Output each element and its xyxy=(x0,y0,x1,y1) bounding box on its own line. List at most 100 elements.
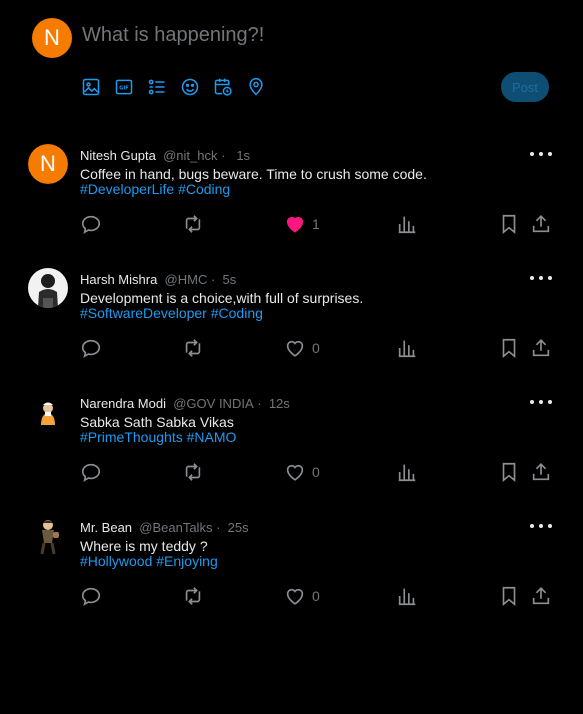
reply-button[interactable] xyxy=(80,584,102,608)
bookmark-button[interactable] xyxy=(498,460,520,484)
bookmark-button[interactable] xyxy=(498,336,520,360)
tweet: Mr. Bean @BeanTalks · 25s Where is my te… xyxy=(0,502,583,626)
avatar-letter: N xyxy=(28,144,68,184)
timestamp[interactable]: 5s xyxy=(223,272,237,287)
tweet-header: Harsh Mishra @HMC · 5s xyxy=(80,272,236,287)
tweet-text: Coffee in hand, bugs beware. Time to cru… xyxy=(80,166,427,182)
emoji-icon[interactable] xyxy=(179,76,201,98)
analytics-icon xyxy=(398,340,416,358)
hashtags: #DeveloperLife #Coding xyxy=(80,181,230,197)
hashtag-link[interactable]: #NAMO xyxy=(187,429,237,445)
timestamp[interactable]: 12s xyxy=(269,396,290,411)
tweet: N Nitesh Gupta @nit_hck · 1s Coffee in h… xyxy=(0,130,583,254)
hashtag-link[interactable]: #Enjoying xyxy=(156,553,218,569)
avatar[interactable] xyxy=(28,392,68,432)
tweet-actions: 1 xyxy=(0,212,583,238)
heart-icon xyxy=(286,464,304,481)
reply-icon xyxy=(81,587,101,606)
reply-button[interactable] xyxy=(80,336,102,360)
reply-button[interactable] xyxy=(80,212,102,236)
tweet: Narendra Modi @GOV INDIA · 12s Sabka Sat… xyxy=(0,378,583,502)
more-options-icon[interactable] xyxy=(530,518,552,534)
separator-dot: · xyxy=(210,272,216,287)
share-icon xyxy=(532,339,550,357)
bookmark-button[interactable] xyxy=(498,212,520,236)
hashtags: #PrimeThoughts #NAMO xyxy=(80,429,236,445)
author-handle[interactable]: @GOV INDIA xyxy=(173,396,253,411)
views-button[interactable] xyxy=(396,584,418,608)
gif-icon[interactable]: GIF xyxy=(113,76,135,98)
views-button[interactable] xyxy=(396,336,418,360)
retweet-icon xyxy=(185,463,201,481)
separator-dot: · xyxy=(257,396,262,411)
timestamp[interactable]: 1s xyxy=(236,148,250,163)
heart-icon xyxy=(286,588,304,605)
avatar-photo xyxy=(28,516,68,556)
like-button[interactable]: 1 xyxy=(284,212,320,236)
avatar[interactable] xyxy=(28,516,68,556)
tweet: Harsh Mishra @HMC · 5s Development is a … xyxy=(0,254,583,378)
retweet-button[interactable] xyxy=(182,460,204,484)
image-icon[interactable] xyxy=(80,76,102,98)
author-handle[interactable]: @BeanTalks xyxy=(139,520,212,535)
hashtag-link[interactable]: #Coding xyxy=(211,305,263,321)
hashtag-link[interactable]: #Coding xyxy=(178,181,230,197)
hashtag-link[interactable]: #SoftwareDeveloper xyxy=(80,305,207,321)
tweet-text: Where is my teddy ? xyxy=(80,538,208,554)
analytics-icon xyxy=(398,588,416,606)
views-button[interactable] xyxy=(396,212,418,236)
share-button[interactable] xyxy=(530,584,552,608)
like-button[interactable]: 0 xyxy=(284,584,320,608)
author-handle[interactable]: @HMC xyxy=(165,272,208,287)
retweet-button[interactable] xyxy=(182,336,204,360)
hashtag-link[interactable]: #DeveloperLife xyxy=(80,181,174,197)
svg-text:GIF: GIF xyxy=(119,86,128,92)
heart-icon-filled xyxy=(286,217,304,233)
retweet-button[interactable] xyxy=(182,584,204,608)
share-button[interactable] xyxy=(530,460,552,484)
retweet-button[interactable] xyxy=(182,212,204,236)
hashtags: #Hollywood #Enjoying xyxy=(80,553,218,569)
tweet-header: Mr. Bean @BeanTalks · 25s xyxy=(80,520,249,535)
avatar[interactable] xyxy=(28,268,68,308)
reply-icon xyxy=(81,463,101,482)
share-icon xyxy=(532,587,550,605)
retweet-icon xyxy=(185,215,201,233)
like-button[interactable]: 0 xyxy=(284,460,320,484)
share-button[interactable] xyxy=(530,212,552,236)
tweet-feed: N Nitesh Gupta @nit_hck · 1s Coffee in h… xyxy=(0,130,583,626)
composer-avatar[interactable]: N xyxy=(32,18,72,58)
separator-dot: · xyxy=(216,520,221,535)
tweet-actions: 0 xyxy=(0,584,583,610)
timestamp[interactable]: 25s xyxy=(228,520,249,535)
analytics-icon xyxy=(398,216,416,234)
analytics-icon xyxy=(398,464,416,482)
retweet-icon xyxy=(185,587,201,605)
bookmark-button[interactable] xyxy=(498,584,520,608)
avatar[interactable]: N xyxy=(28,144,68,184)
avatar-photo xyxy=(28,268,68,308)
avatar-photo xyxy=(28,392,68,432)
author-name[interactable]: Nitesh Gupta xyxy=(80,148,156,163)
tweet-actions: 0 xyxy=(0,336,583,362)
author-name[interactable]: Harsh Mishra xyxy=(80,272,157,287)
composer-input[interactable] xyxy=(82,24,482,47)
like-count: 0 xyxy=(312,340,320,356)
more-options-icon[interactable] xyxy=(530,270,552,286)
hashtag-link[interactable]: #PrimeThoughts xyxy=(80,429,183,445)
location-icon[interactable] xyxy=(245,76,267,98)
reply-button[interactable] xyxy=(80,460,102,484)
more-options-icon[interactable] xyxy=(530,394,552,410)
share-button[interactable] xyxy=(530,336,552,360)
author-name[interactable]: Narendra Modi xyxy=(80,396,166,411)
schedule-icon[interactable] xyxy=(212,76,234,98)
reply-icon xyxy=(81,215,101,234)
views-button[interactable] xyxy=(396,460,418,484)
poll-icon[interactable] xyxy=(146,76,168,98)
author-handle[interactable]: @nit_hck xyxy=(163,148,217,163)
author-name[interactable]: Mr. Bean xyxy=(80,520,132,535)
hashtag-link[interactable]: #Hollywood xyxy=(80,553,152,569)
post-button[interactable]: Post xyxy=(501,72,549,102)
more-options-icon[interactable] xyxy=(530,146,552,162)
like-button[interactable]: 0 xyxy=(284,336,320,360)
